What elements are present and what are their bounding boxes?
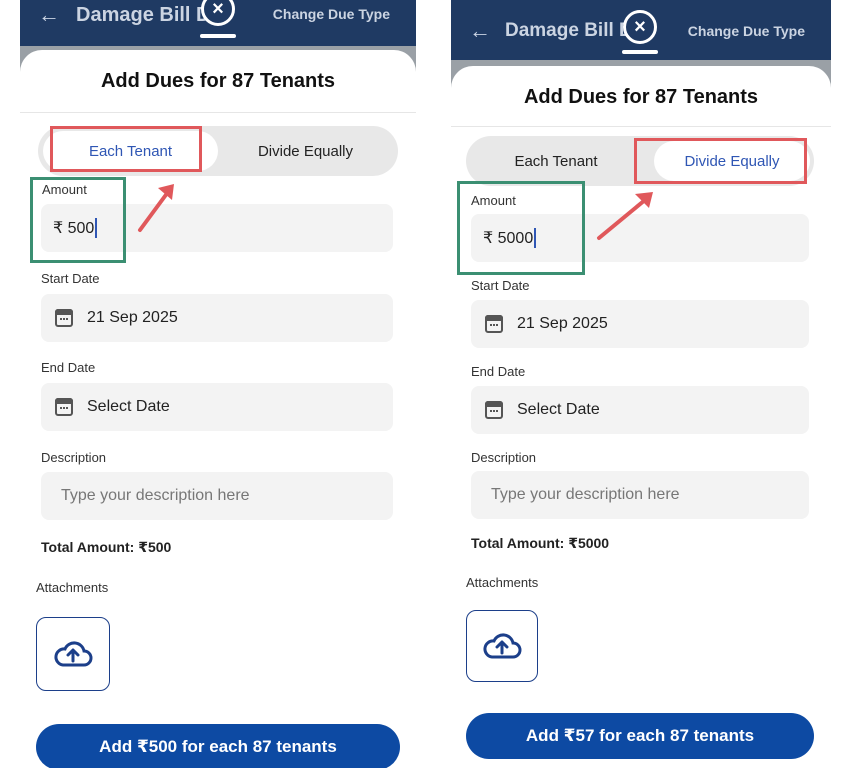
highlight-divide-equally [634, 138, 807, 184]
upload-attachment-button[interactable] [36, 617, 110, 691]
start-date-field[interactable]: 21 Sep 2025 [41, 294, 393, 342]
change-due-type-button[interactable]: Change Due Type [688, 23, 805, 39]
attachments-label: Attachments [36, 580, 109, 595]
description-placeholder: Type your description here [491, 486, 680, 503]
toggle-each-tenant[interactable]: Each Tenant [471, 141, 641, 181]
change-due-type-button[interactable]: Change Due Type [273, 6, 390, 22]
start-date-label: Start Date [471, 278, 530, 293]
highlight-amount [30, 177, 126, 263]
cloud-upload-icon [54, 641, 93, 667]
total-amount: Total Amount: ₹5000 [471, 535, 610, 551]
end-date-placeholder: Select Date [517, 401, 600, 418]
start-date-value: 21 Sep 2025 [517, 315, 608, 332]
calendar-icon [485, 401, 503, 419]
close-icon[interactable]: × [623, 10, 657, 44]
annotation-arrow [597, 192, 653, 240]
end-date-label: End Date [471, 364, 526, 379]
page-title: Damage Bill D [505, 20, 633, 41]
description-placeholder: Type your description here [61, 487, 250, 504]
divider [451, 126, 831, 127]
highlight-amount [457, 181, 585, 275]
description-label: Description [471, 450, 537, 465]
toggle-divide-equally[interactable]: Divide Equally [218, 131, 393, 171]
description-label: Description [41, 450, 107, 465]
start-date-value: 21 Sep 2025 [87, 309, 178, 326]
add-dues-button[interactable]: Add ₹500 for each 87 tenants [36, 724, 400, 768]
page-title: Damage Bill D [76, 4, 211, 26]
sheet-title: Add Dues for 87 Tenants [100, 70, 336, 92]
annotation-arrow [138, 184, 174, 232]
sheet-title: Add Dues for 87 Tenants [523, 86, 759, 108]
description-input[interactable]: Type your description here [41, 472, 393, 520]
divider [20, 112, 416, 113]
drag-handle[interactable] [200, 34, 236, 38]
end-date-field[interactable]: Select Date [471, 386, 809, 434]
end-date-placeholder: Select Date [87, 398, 170, 415]
back-arrow-icon[interactable]: ← [38, 2, 60, 28]
description-input[interactable]: Type your description here [471, 471, 809, 519]
start-date-field[interactable]: 21 Sep 2025 [471, 300, 809, 348]
left-screen: ← Damage Bill D Change Due Type Add Dues… [20, 0, 416, 768]
end-date-label: End Date [41, 360, 96, 375]
calendar-icon [55, 309, 73, 327]
attachments-label: Attachments [466, 575, 539, 590]
calendar-icon [55, 398, 73, 416]
highlight-each-tenant [50, 126, 202, 172]
upload-attachment-button[interactable] [466, 610, 538, 682]
total-amount: Total Amount: ₹500 [41, 539, 172, 555]
end-date-field[interactable]: Select Date [41, 383, 393, 431]
add-dues-button[interactable]: Add ₹57 for each 87 tenants [466, 713, 814, 759]
drag-handle[interactable] [622, 50, 658, 54]
cloud-upload-icon [483, 633, 522, 659]
calendar-icon [485, 315, 503, 333]
right-screen: ← Damage Bill D Change Due Type Add Dues… [451, 0, 831, 768]
back-arrow-icon[interactable]: ← [469, 18, 491, 44]
start-date-label: Start Date [41, 271, 100, 286]
